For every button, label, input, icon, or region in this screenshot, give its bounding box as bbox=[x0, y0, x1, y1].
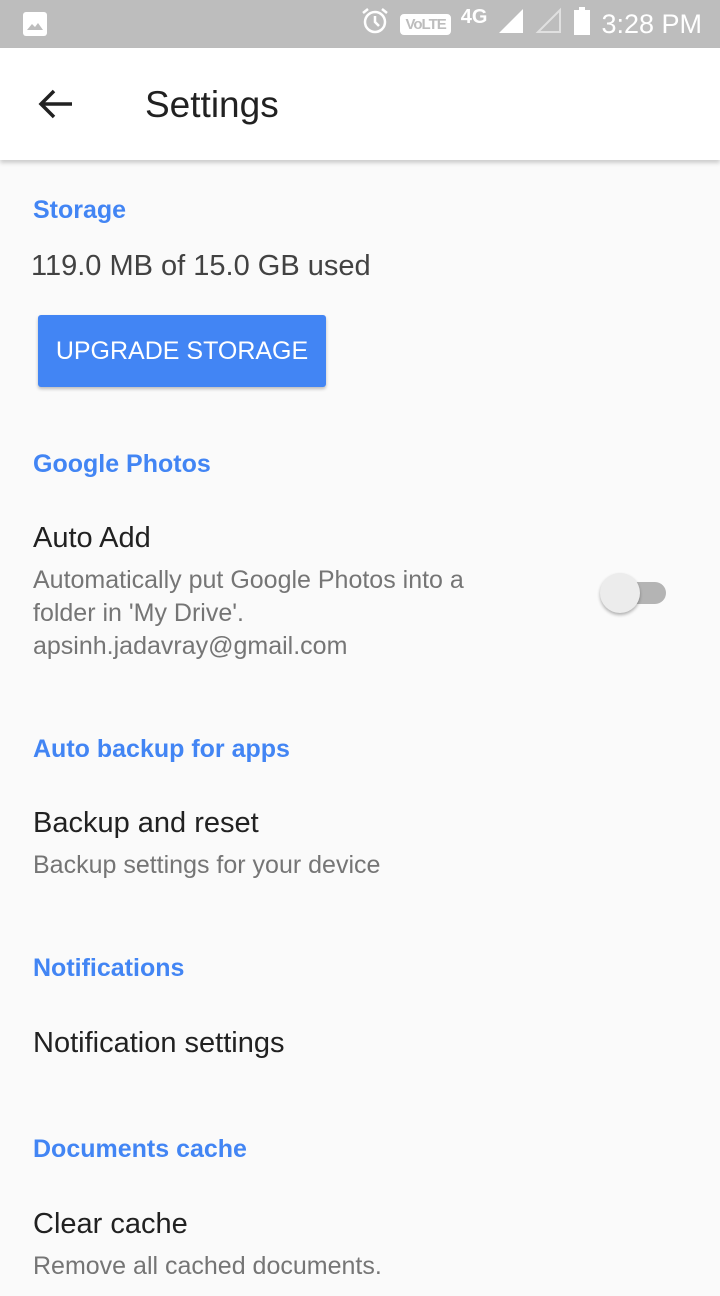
auto-add-summary-line2: folder in 'My Drive'. bbox=[33, 599, 244, 627]
auto-add-account: apsinh.jadavray@gmail.com bbox=[33, 632, 348, 660]
notification-settings-row[interactable]: Notification settings bbox=[0, 1015, 720, 1085]
upgrade-storage-button[interactable]: UPGRADE STORAGE bbox=[38, 315, 326, 387]
auto-add-toggle[interactable] bbox=[600, 570, 668, 614]
app-bar: Settings bbox=[0, 48, 720, 160]
alarm-icon bbox=[360, 6, 390, 43]
notification-settings-title: Notification settings bbox=[33, 1027, 285, 1059]
signal-empty-icon bbox=[535, 7, 563, 42]
image-icon bbox=[22, 11, 48, 42]
section-header-google-photos: Google Photos bbox=[33, 450, 211, 478]
status-time: 3:28 PM bbox=[601, 8, 702, 39]
section-header-storage: Storage bbox=[33, 196, 127, 224]
status-bar: VoLTE 4G 3:28 PM bbox=[0, 0, 720, 48]
battery-icon bbox=[573, 6, 591, 43]
toggle-thumb bbox=[600, 573, 640, 613]
backup-and-reset-row[interactable]: Backup and reset Backup settings for you… bbox=[0, 795, 720, 895]
auto-add-title: Auto Add bbox=[33, 522, 151, 554]
clear-cache-summary: Remove all cached documents. bbox=[33, 1252, 382, 1280]
storage-usage: 119.0 MB of 15.0 GB used bbox=[31, 250, 371, 282]
page-title: Settings bbox=[145, 84, 279, 125]
section-header-auto-backup: Auto backup for apps bbox=[33, 735, 290, 763]
signal-icon bbox=[497, 7, 525, 42]
clear-cache-row[interactable]: Clear cache Remove all cached documents. bbox=[0, 1196, 720, 1296]
back-button[interactable] bbox=[36, 86, 76, 122]
backup-and-reset-title: Backup and reset bbox=[33, 807, 259, 839]
arrow-back-icon bbox=[38, 89, 72, 119]
auto-add-summary-line1: Automatically put Google Photos into a bbox=[33, 566, 464, 594]
volte-icon: VoLTE bbox=[400, 13, 451, 35]
section-header-notifications: Notifications bbox=[33, 954, 185, 982]
4g-icon: 4G bbox=[460, 5, 488, 28]
section-header-documents-cache: Documents cache bbox=[33, 1135, 247, 1163]
backup-and-reset-summary: Backup settings for your device bbox=[33, 851, 381, 879]
clear-cache-title: Clear cache bbox=[33, 1208, 188, 1240]
